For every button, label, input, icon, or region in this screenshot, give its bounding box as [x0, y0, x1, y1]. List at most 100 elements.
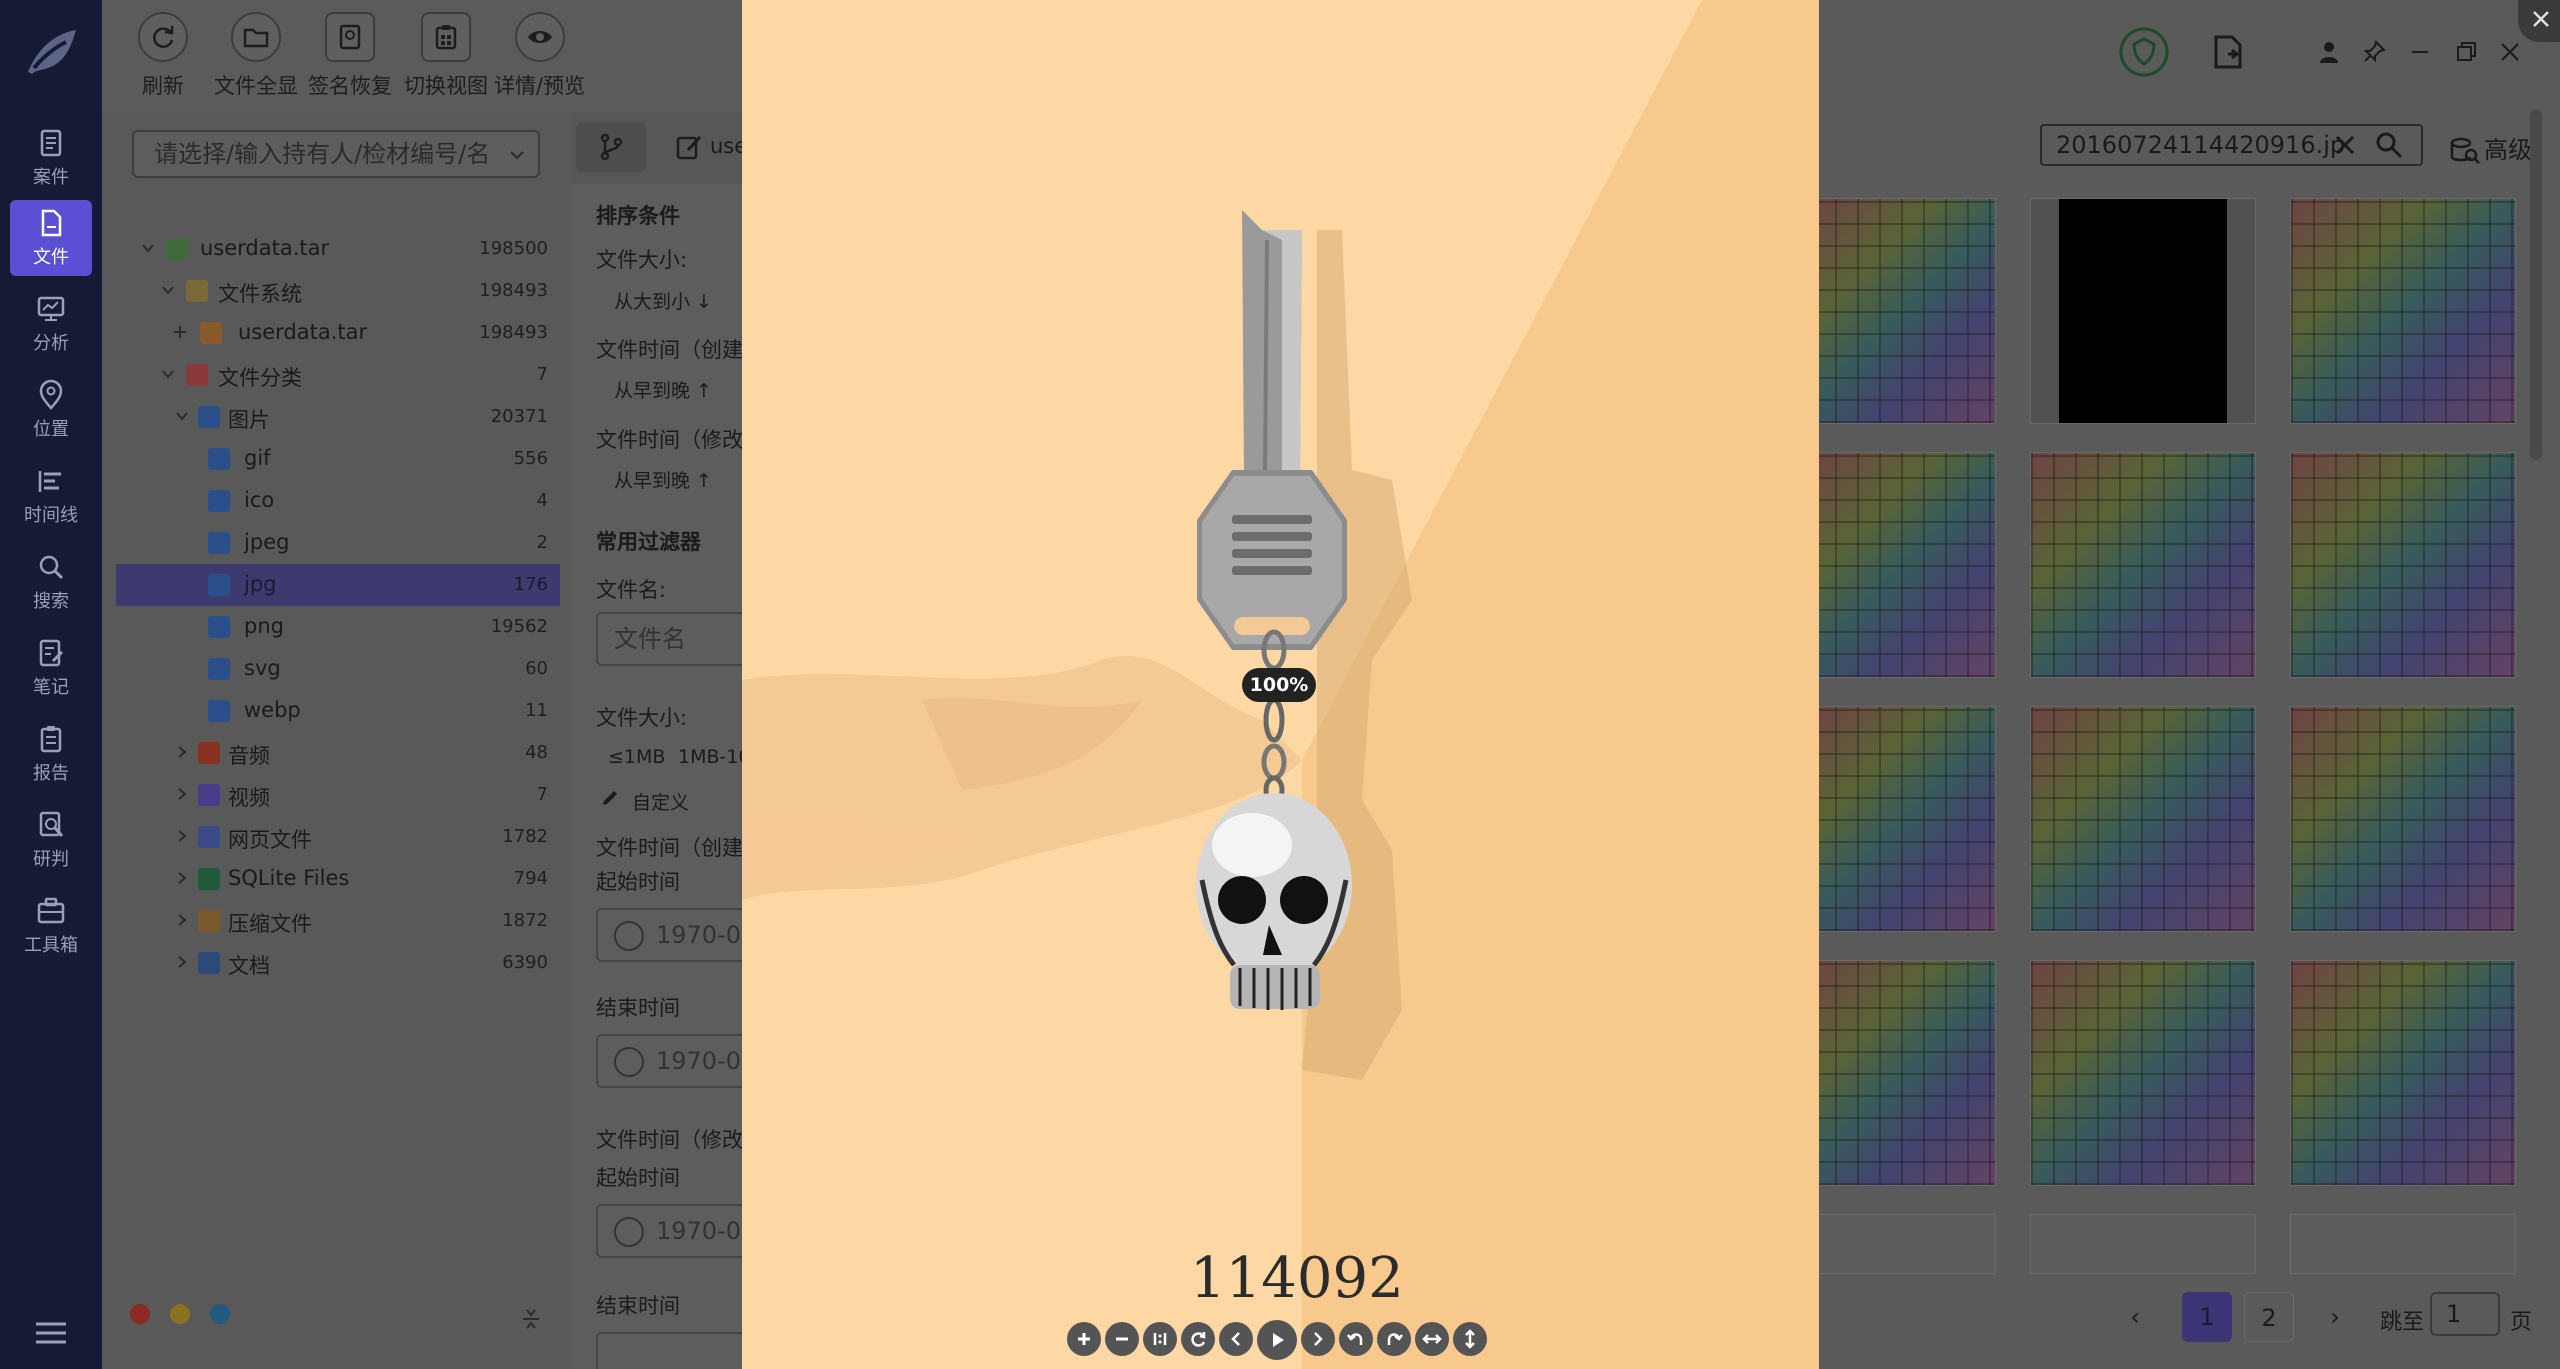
rotate-right-button[interactable]: [1377, 1322, 1411, 1356]
user-icon[interactable]: [2318, 40, 2340, 64]
minimize-icon[interactable]: [2408, 40, 2432, 64]
custom-size-button[interactable]: 自定义: [632, 788, 689, 815]
grid-scrollbar[interactable]: [2530, 110, 2542, 460]
flip-horizontal-button[interactable]: [1415, 1322, 1449, 1356]
hamburger-menu-icon[interactable]: [32, 1318, 70, 1348]
nav-item-judge[interactable]: 研判: [10, 802, 92, 878]
next-image-button[interactable]: [1301, 1322, 1335, 1356]
expand-plus-icon[interactable]: [172, 324, 188, 340]
prev-page-button[interactable]: ‹: [2110, 1292, 2160, 1342]
grid-search-input[interactable]: 20160724114420916.jp: [2040, 124, 2423, 166]
size-option-small[interactable]: ≤1MB: [608, 746, 665, 768]
image-thumbnail[interactable]: [2030, 452, 2256, 678]
chevron-right-icon[interactable]: [174, 954, 190, 970]
tab-branch[interactable]: [576, 122, 646, 172]
nav-item-toolbox[interactable]: 工具箱: [10, 888, 92, 964]
chevron-right-icon[interactable]: [174, 786, 190, 802]
nav-item-case[interactable]: 案件: [10, 120, 92, 196]
ctime-sort-toggle[interactable]: 从早到晚 ↑: [614, 376, 712, 403]
chevron-right-icon[interactable]: [174, 744, 190, 760]
tree-row[interactable]: userdata.tar 198500: [116, 228, 560, 270]
reset-button[interactable]: [1181, 1322, 1215, 1356]
switch-view-button[interactable]: 切换视图: [404, 12, 488, 100]
next-page-button[interactable]: ›: [2310, 1292, 2360, 1342]
image-thumbnail[interactable]: [1812, 452, 1996, 678]
image-thumbnail[interactable]: [1812, 198, 1996, 424]
image-thumbnail[interactable]: [1812, 960, 1996, 1186]
status-dot-red[interactable]: [130, 1304, 150, 1324]
chevron-right-icon[interactable]: [174, 870, 190, 886]
search-icon[interactable]: [2374, 130, 2404, 160]
status-dot-yellow[interactable]: [170, 1304, 190, 1324]
image-thumbnail[interactable]: [2030, 1214, 2256, 1274]
tree-row[interactable]: svg 60: [116, 648, 560, 690]
tree-row[interactable]: png 19562: [116, 606, 560, 648]
image-thumbnail[interactable]: [2290, 706, 2516, 932]
mtime-sort-toggle[interactable]: 从早到晚 ↑: [614, 466, 712, 493]
image-thumbnail[interactable]: [2290, 1214, 2516, 1274]
tree-row[interactable]: 视频 7: [116, 774, 560, 816]
chevron-right-icon[interactable]: [174, 912, 190, 928]
chevron-down-icon[interactable]: [160, 282, 176, 298]
tree-row[interactable]: 音频 48: [116, 732, 560, 774]
image-thumbnail[interactable]: [2030, 960, 2256, 1186]
image-thumbnail[interactable]: [2290, 198, 2516, 424]
zoom-out-button[interactable]: [1105, 1322, 1139, 1356]
size-option-medium[interactable]: 1MB-10: [678, 746, 751, 768]
tree-row[interactable]: jpeg 2: [116, 522, 560, 564]
signature-recover-button[interactable]: 签名恢复: [308, 12, 392, 100]
nav-item-report[interactable]: 报告: [10, 716, 92, 792]
close-window-icon[interactable]: [2498, 40, 2522, 64]
tree-row[interactable]: userdata.tar 198493: [116, 312, 560, 354]
tree-row[interactable]: ico 4: [116, 480, 560, 522]
close-viewer-button[interactable]: [2518, 0, 2560, 42]
maximize-icon[interactable]: [2454, 40, 2478, 64]
image-thumbnail[interactable]: [1812, 706, 1996, 932]
nav-item-search[interactable]: 搜索: [10, 544, 92, 620]
clear-search-icon[interactable]: [2334, 134, 2356, 156]
tree-row[interactable]: 图片 20371: [116, 396, 560, 438]
status-dot-blue[interactable]: [210, 1304, 230, 1324]
nav-item-timeline[interactable]: 时间线: [10, 458, 92, 534]
prev-image-button[interactable]: [1219, 1322, 1253, 1356]
refresh-button[interactable]: 刷新: [138, 12, 188, 100]
tree-row[interactable]: gif 556: [116, 438, 560, 480]
size-sort-toggle[interactable]: 从大到小 ↓: [614, 287, 712, 314]
jump-page-input[interactable]: 1: [2430, 1292, 2500, 1336]
detail-preview-button[interactable]: 详情/预览: [494, 12, 585, 100]
nav-item-file[interactable]: 文件: [10, 200, 92, 276]
chevron-down-icon[interactable]: [160, 366, 176, 382]
chevron-right-icon[interactable]: [174, 828, 190, 844]
image-thumbnail[interactable]: [1812, 1214, 1996, 1274]
page-1-button[interactable]: 1: [2182, 1292, 2232, 1342]
image-thumbnail[interactable]: [2290, 452, 2516, 678]
shield-status-icon[interactable]: [2118, 26, 2170, 78]
nav-item-location[interactable]: 位置: [10, 372, 92, 448]
tree-row[interactable]: 网页文件 1782: [116, 816, 560, 858]
collapse-icon[interactable]: [520, 1307, 542, 1331]
holder-select-input[interactable]: 请选择/输入持有人/检材编号/名: [132, 130, 540, 178]
image-thumbnail[interactable]: [2030, 706, 2256, 932]
tree-row[interactable]: SQLite Files 794: [116, 858, 560, 900]
nav-item-note[interactable]: 笔记: [10, 630, 92, 706]
pin-icon[interactable]: [2362, 40, 2386, 64]
tree-row[interactable]: 压缩文件 1872: [116, 900, 560, 942]
nav-item-analysis[interactable]: 分析: [10, 286, 92, 362]
advanced-search-button[interactable]: 高级: [2450, 130, 2532, 165]
tree-row[interactable]: 文件系统 198493: [116, 270, 560, 312]
image-thumbnail[interactable]: [2030, 198, 2256, 424]
tree-row[interactable]: webp 11: [116, 690, 560, 732]
tree-row[interactable]: 文档 6390: [116, 942, 560, 984]
play-button[interactable]: [1257, 1320, 1297, 1360]
actual-size-button[interactable]: [1143, 1322, 1177, 1356]
tree-row[interactable]: 文件分类 7: [116, 354, 560, 396]
show-all-button[interactable]: 文件全显: [214, 12, 298, 100]
page-2-button[interactable]: 2: [2244, 1292, 2294, 1342]
zoom-in-button[interactable]: [1067, 1322, 1101, 1356]
image-thumbnail[interactable]: [2290, 960, 2516, 1186]
flip-vertical-button[interactable]: [1453, 1322, 1487, 1356]
chevron-down-icon[interactable]: [140, 240, 156, 256]
export-file-icon[interactable]: [2212, 34, 2246, 70]
chevron-down-icon[interactable]: [174, 408, 190, 424]
tree-row[interactable]: jpg 176: [116, 564, 560, 606]
